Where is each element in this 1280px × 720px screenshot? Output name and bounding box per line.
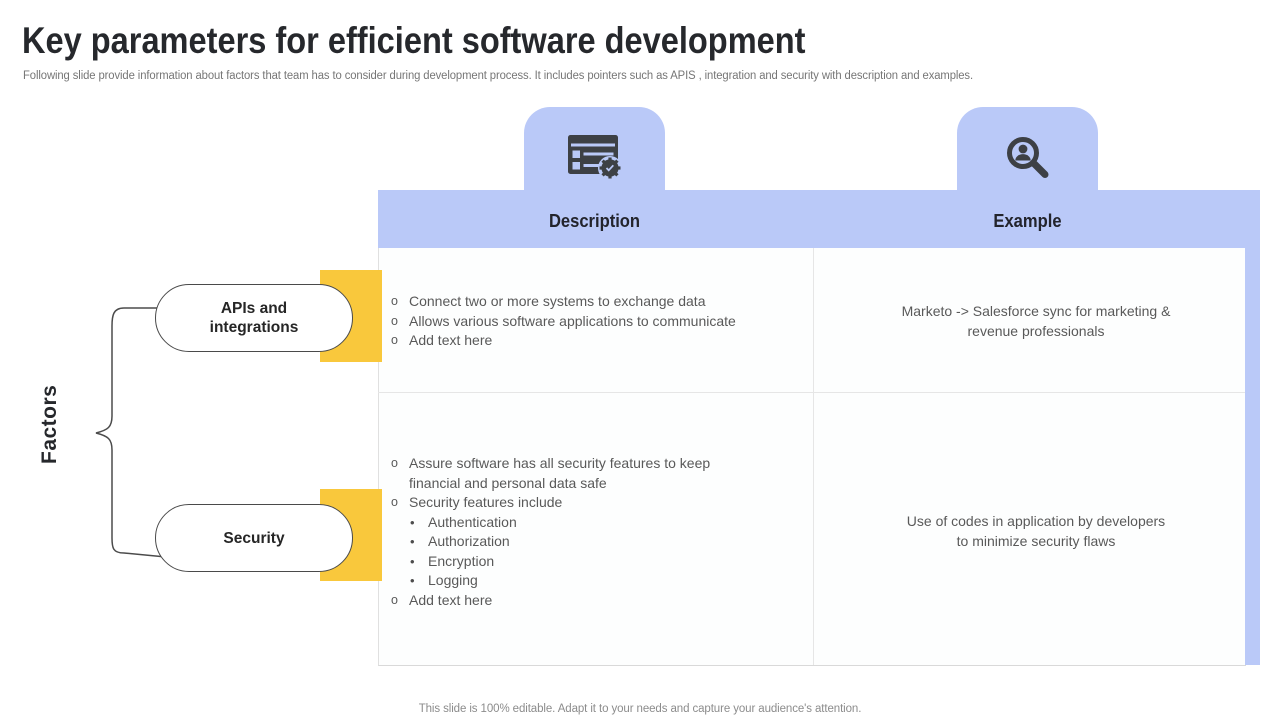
dot-bullet-icon: • [410, 552, 415, 572]
column-header-label: Description [530, 211, 660, 232]
dot-bullet-icon: • [410, 532, 415, 552]
list-item: o Security features include [389, 493, 801, 513]
circle-bullet-icon: o [391, 454, 398, 474]
dot-bullet-icon: • [410, 571, 415, 591]
sub-list-item: • Encryption [408, 552, 801, 572]
circle-bullet-icon: o [391, 292, 398, 312]
column-header-description: Description [524, 107, 665, 248]
example-cell-apis: Marketo -> Salesforce sync for marketing… [836, 302, 1236, 341]
checklist-gear-icon [566, 133, 624, 185]
table-right-accent [1245, 248, 1260, 665]
circle-bullet-icon: o [391, 591, 398, 611]
sub-list-item: • Logging [408, 571, 801, 591]
list-item: o Add text here [389, 331, 801, 351]
page-title: Key parameters for efficient software de… [22, 20, 806, 62]
example-cell-security: Use of codes in application by developer… [836, 512, 1236, 551]
editable-note: This slide is 100% editable. Adapt it to… [0, 703, 1280, 715]
column-header-example: Example [957, 107, 1098, 248]
factors-group-label: Factors [38, 374, 62, 474]
column-divider [813, 248, 814, 665]
circle-bullet-icon: o [391, 331, 398, 351]
magnifier-person-icon [1002, 133, 1054, 190]
circle-bullet-icon: o [391, 493, 398, 513]
sub-list-item: • Authentication [408, 513, 801, 533]
description-cell-apis: o Connect two or more systems to exchang… [389, 292, 801, 351]
list-item: o Assure software has all security featu… [389, 454, 801, 493]
dot-bullet-icon: • [410, 513, 415, 533]
table-header-band [378, 190, 1260, 248]
factor-pill-apis: APIs and integrations [155, 284, 353, 352]
list-item: o Add text here [389, 591, 801, 611]
column-header-label: Example [963, 211, 1093, 232]
slide-canvas: Key parameters for efficient software de… [0, 0, 1280, 720]
row-divider [378, 392, 1245, 393]
sub-list-item: • Authorization [408, 532, 801, 552]
description-cell-security: o Assure software has all security featu… [389, 454, 801, 610]
list-item: o Connect two or more systems to exchang… [389, 292, 801, 312]
circle-bullet-icon: o [391, 312, 398, 332]
page-subtitle: Following slide provide information abou… [23, 70, 973, 82]
factor-pill-security: Security [155, 504, 353, 572]
list-item: o Allows various software applications t… [389, 312, 801, 332]
